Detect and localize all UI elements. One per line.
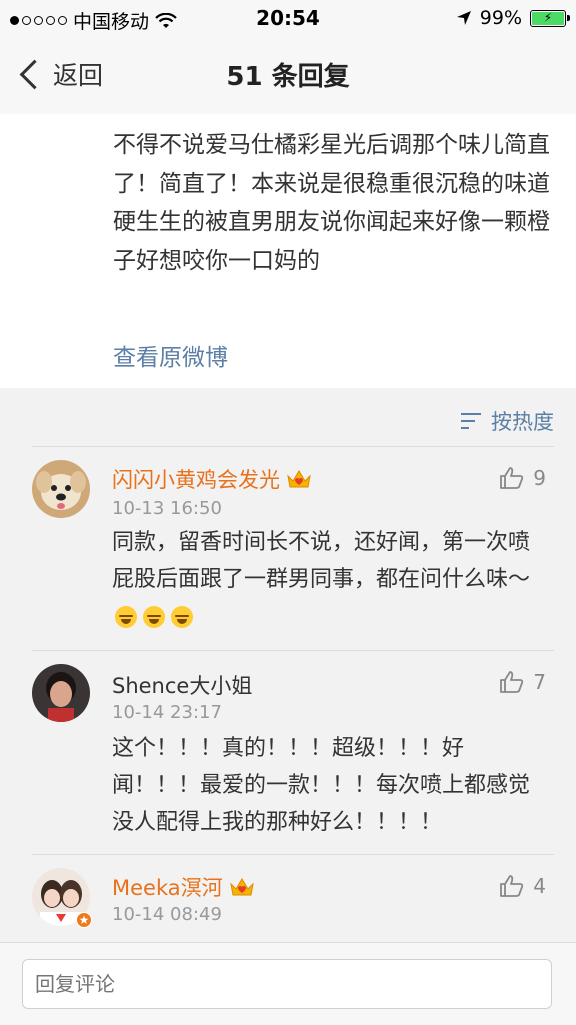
thumbs-up-icon — [500, 671, 524, 693]
laughing-tears-emoji-icon — [143, 606, 165, 628]
comment-text: 同款，留香时间长不说，还好闻，第一次喷屁股后面跟了一群男同事，都在问什么味～ — [112, 524, 542, 635]
status-bar: 中国移动 20:54 99% ⚡ — [0, 0, 576, 38]
nav-bar: 返回 51 条回复 — [0, 38, 576, 115]
comment-item: Meeka溟河 10-14 08:49 4 — [0, 854, 576, 942]
verified-badge-icon — [76, 912, 92, 928]
reply-bar — [0, 942, 576, 1025]
like-count: 9 — [533, 466, 546, 490]
commenter-name[interactable]: Meeka溟河 — [112, 872, 255, 902]
thumbs-up-icon — [500, 875, 524, 897]
like-button[interactable]: 9 — [499, 466, 546, 490]
laughing-tears-emoji-icon — [171, 606, 193, 628]
sort-by-hot-button[interactable]: 按热度 — [461, 406, 554, 436]
like-button[interactable]: 7 — [499, 670, 546, 694]
sort-row: 按热度 — [0, 388, 576, 446]
thumbs-up-icon — [500, 467, 524, 489]
battery-percent: 99% — [479, 7, 522, 29]
view-original-link[interactable]: 查看原微博 — [113, 338, 228, 372]
like-count: 7 — [533, 670, 546, 694]
original-post: 不得不说爱马仕橘彩星光后调那个味儿简直了！简直了！本来说是很稳重很沉稳的味道硬生… — [0, 114, 576, 388]
comment-text-content: 同款，留香时间长不说，还好闻，第一次喷屁股后面跟了一群男同事，都在问什么味～ — [112, 530, 531, 592]
commenter-name-text: Shence大小姐 — [112, 674, 253, 698]
post-text: 不得不说爱马仕橘彩星光后调那个味儿简直了！简直了！本来说是很稳重很沉稳的味道硬生… — [113, 132, 550, 274]
charging-bolt-icon: ⚡ — [543, 10, 553, 25]
laughing-tears-emoji-icon — [115, 606, 137, 628]
location-arrow-icon — [456, 11, 471, 25]
commenter-name[interactable]: Shence大小姐 — [112, 670, 252, 700]
avatar[interactable] — [32, 460, 90, 518]
comment-item: 闪闪小黄鸡会发光 10-13 16:50 同款，留香时间长不说，还好闻，第一次喷… — [0, 446, 576, 650]
commenter-name-text: Meeka溟河 — [112, 876, 223, 900]
commenter-name-text: 闪闪小黄鸡会发光 — [112, 468, 280, 492]
status-right: 99% ⚡ — [456, 7, 570, 29]
vip-crown-icon — [229, 878, 254, 896]
page-title: 51 条回复 — [226, 62, 350, 92]
vip-crown-icon — [287, 470, 311, 488]
comment-time: 10-14 23:17 — [112, 702, 222, 723]
comment-time: 10-14 08:49 — [112, 904, 222, 925]
sort-icon — [461, 411, 483, 431]
comment-item: Shence大小姐 10-14 23:17 这个！！！真的！！！超级！！！好闻！… — [0, 650, 576, 854]
commenter-name[interactable]: 闪闪小黄鸡会发光 — [112, 464, 312, 494]
avatar[interactable] — [32, 664, 90, 722]
like-count: 4 — [533, 874, 546, 898]
like-button[interactable]: 4 — [499, 874, 546, 898]
reply-comment-input[interactable] — [22, 959, 552, 1009]
battery-icon: ⚡ — [530, 9, 570, 27]
sort-label: 按热度 — [491, 410, 554, 434]
comment-time: 10-13 16:50 — [112, 498, 222, 519]
comment-text: 这个！！！真的！！！超级！！！好闻！！！最爱的一款！！！每次喷上都感觉没人配得上… — [112, 736, 531, 835]
